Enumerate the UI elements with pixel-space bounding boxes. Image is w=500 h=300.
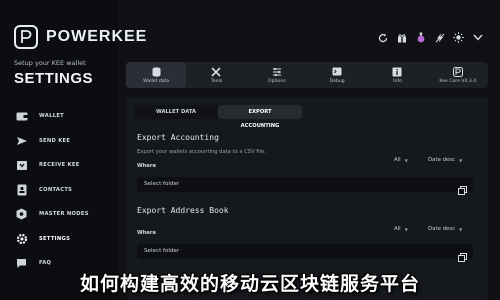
info-icon xyxy=(392,66,403,77)
tools-icon xyxy=(211,66,222,77)
sidebar-item-settings[interactable]: SETTINGS xyxy=(0,227,118,252)
refresh-icon[interactable] xyxy=(376,31,389,44)
tab-label: Tools xyxy=(210,79,223,84)
sort-value: Date desc xyxy=(428,157,456,163)
tab-tools[interactable]: Tools xyxy=(186,62,246,88)
folder-placeholder: Select folder xyxy=(144,181,180,187)
export-accounting-title: Export Accounting xyxy=(137,133,219,142)
sidebar-item-send-kee[interactable]: SEND KEE xyxy=(0,129,118,154)
contacts-icon xyxy=(15,183,28,196)
gift-icon[interactable] xyxy=(395,31,408,44)
export-accounting-folder-input[interactable]: Select folder xyxy=(137,177,473,195)
settings-toolbar: Wallet data Tools Options Debug Info Kee… xyxy=(126,62,488,88)
sidebar-item-label: FAQ xyxy=(39,260,52,267)
copy-folder-icon[interactable] xyxy=(458,247,467,262)
tab-label: Kee Core V4.3.4 xyxy=(439,79,477,84)
export-address-book-folder-input[interactable]: Select folder xyxy=(137,244,473,262)
export-accounting-filter-select[interactable]: All ▼ xyxy=(394,157,408,163)
potion-icon[interactable] xyxy=(414,31,427,44)
sidebar-item-contacts[interactable]: CONTACTS xyxy=(0,178,118,203)
lightning-icon[interactable] xyxy=(433,31,446,44)
send-icon xyxy=(15,134,28,147)
wallet-icon xyxy=(15,110,28,123)
chevron-down-icon[interactable] xyxy=(471,31,484,44)
sort-value: Date desc xyxy=(428,226,456,232)
options-icon xyxy=(271,66,282,77)
sidebar-nav: WALLET SEND KEE RECEIVE KEE CONTACTS MAS… xyxy=(0,104,118,276)
tab-info[interactable]: Info xyxy=(367,62,427,88)
brand-name: POWERKEE xyxy=(46,28,148,45)
export-accounting-description: Export your wallets accounting data to a… xyxy=(137,149,266,155)
sidebar-item-wallet[interactable]: WALLET xyxy=(0,104,118,129)
sidebar-item-label: CONTACTS xyxy=(39,186,73,193)
sidebar: POWERKEE Setup your KEE wallet SETTINGS … xyxy=(0,0,146,300)
sidebar-item-receive-kee[interactable]: RECEIVE KEE xyxy=(0,153,118,178)
sun-icon[interactable] xyxy=(452,31,465,44)
export-address-book-where-label: Where xyxy=(137,230,157,236)
subtab-bar: WALLET DATA EXPORT ACCOUNTING xyxy=(134,105,302,129)
brand-logo: POWERKEE xyxy=(14,25,147,49)
export-accounting-sort-select[interactable]: Date desc ▼ xyxy=(428,157,462,163)
filter-value: All xyxy=(394,226,401,232)
copy-folder-icon[interactable] xyxy=(458,180,467,195)
subtab-wallet-data[interactable]: WALLET DATA xyxy=(134,105,218,119)
filter-value: All xyxy=(394,157,401,163)
export-accounting-where-label: Where xyxy=(137,163,157,169)
export-address-book-sort-select[interactable]: Date desc ▼ xyxy=(428,226,462,232)
chevron-down-icon: ▼ xyxy=(404,226,408,232)
database-icon xyxy=(151,66,162,77)
tab-label: Wallet data xyxy=(143,79,170,84)
sidebar-item-master-nodes[interactable]: MASTER NODES xyxy=(0,202,118,227)
tab-label: Info xyxy=(393,79,402,84)
folder-placeholder: Select folder xyxy=(144,248,180,254)
receive-icon xyxy=(15,159,28,172)
gear-icon xyxy=(15,232,28,245)
sidebar-item-label: SEND KEE xyxy=(39,137,71,144)
subtab-export-accounting[interactable]: EXPORT ACCOUNTING xyxy=(218,105,302,129)
page-title: SETTINGS xyxy=(14,70,94,87)
app-window: POWERKEE Setup your KEE wallet SETTINGS … xyxy=(0,0,500,300)
overlay-headline: 如何构建高效的移动云区块链服务平台 xyxy=(79,273,420,295)
page-subtitle: Setup your KEE wallet xyxy=(14,59,86,67)
masternodes-icon xyxy=(15,208,28,221)
tab-options[interactable]: Options xyxy=(247,62,307,88)
chevron-down-icon: ▼ xyxy=(459,226,463,232)
tab-debug[interactable]: Debug xyxy=(307,62,367,88)
kee-core-icon xyxy=(452,66,463,77)
tab-wallet-data[interactable]: Wallet data xyxy=(126,62,187,88)
tab-label: Debug xyxy=(329,79,345,84)
topbar-actions xyxy=(376,31,484,44)
export-address-book-filter-select[interactable]: All ▼ xyxy=(394,226,408,232)
tab-label: Options xyxy=(267,79,286,84)
sidebar-item-label: MASTER NODES xyxy=(39,211,89,218)
powerkee-logo-icon xyxy=(14,25,38,49)
sidebar-item-label: RECEIVE KEE xyxy=(39,162,80,169)
sidebar-item-label: SETTINGS xyxy=(39,235,71,242)
sidebar-item-label: WALLET xyxy=(39,113,64,120)
debug-icon xyxy=(332,66,343,77)
chevron-down-icon: ▼ xyxy=(459,157,463,163)
chevron-down-icon: ▼ xyxy=(404,157,408,163)
tab-kee-core-version[interactable]: Kee Core V4.3.4 xyxy=(428,62,488,88)
export-address-book-title: Export Address Book xyxy=(137,206,229,215)
